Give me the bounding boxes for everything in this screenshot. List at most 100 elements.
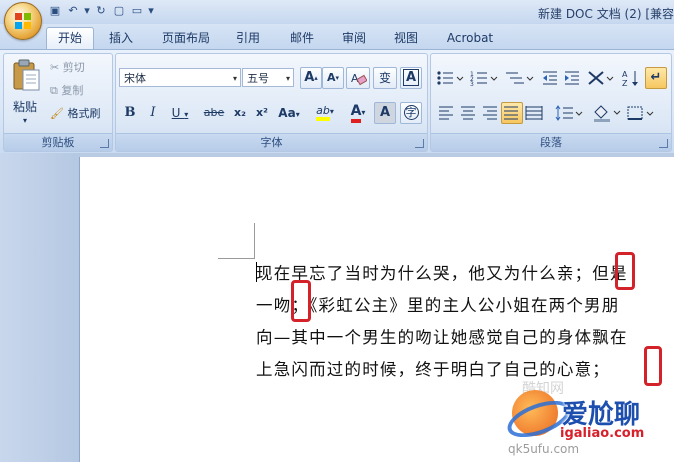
svg-text:A: A — [622, 70, 628, 79]
redo-icon[interactable]: ↻ — [94, 4, 108, 18]
multilevel-list-icon — [506, 72, 534, 84]
character-border-button[interactable]: A — [400, 67, 422, 89]
enclose-icon: 字 — [403, 105, 419, 120]
tab-view[interactable]: 视图 — [384, 28, 428, 48]
bold-button[interactable]: B — [120, 102, 140, 124]
semicolon-highlight — [615, 252, 635, 290]
decrease-indent-button[interactable] — [539, 67, 561, 89]
shrink-font-button[interactable]: A▾ — [322, 67, 344, 89]
pilcrow-icon: ↵ — [650, 70, 662, 85]
justify-icon — [504, 106, 518, 120]
border-icon: A — [402, 69, 420, 86]
font-color-button[interactable]: A▾ — [342, 100, 374, 123]
tab-acrobat[interactable]: Acrobat — [440, 28, 500, 48]
phonetic-guide-button[interactable]: 变 — [373, 67, 397, 89]
copy-button[interactable]: ⧉ 复制 — [50, 82, 83, 98]
numbering-button[interactable]: 123 — [469, 67, 499, 89]
bullets-button[interactable] — [435, 67, 465, 89]
multilevel-list-button[interactable] — [503, 67, 535, 89]
chevron-down-icon: ▾ — [329, 107, 334, 116]
italic-button[interactable]: I — [143, 102, 163, 124]
enclose-characters-button[interactable]: 字 — [400, 102, 422, 124]
tab-insert[interactable]: 插入 — [100, 28, 142, 48]
grow-font-button[interactable]: A▴ — [300, 67, 322, 89]
dialog-launcher-icon[interactable] — [415, 139, 424, 148]
highlighter-icon: ab — [316, 104, 330, 121]
line-spacing-icon — [555, 105, 583, 121]
dialog-launcher-icon[interactable] — [659, 139, 668, 148]
format-painter-button[interactable]: 🖌 格式刷 — [50, 105, 100, 121]
shading-icon: A — [379, 105, 391, 120]
ribbon: 粘贴 ▾ ✂ 剪切 ⧉ 复制 🖌 格式刷 剪贴板 宋体 ▾ 五号 ▾ A▴ A▾ — [0, 49, 674, 154]
chinese-layout-button[interactable] — [585, 67, 617, 89]
new-document-icon[interactable]: ▢ — [112, 4, 126, 18]
align-left-button[interactable] — [435, 102, 457, 124]
align-right-button[interactable] — [479, 102, 501, 124]
increase-indent-button[interactable] — [561, 67, 583, 89]
cut-button[interactable]: ✂ 剪切 — [50, 59, 85, 75]
tab-mailings[interactable]: 邮件 — [280, 28, 324, 48]
borders-button[interactable] — [625, 102, 657, 124]
highlight-button[interactable]: ab▾ — [308, 100, 342, 122]
italic-icon: I — [150, 105, 156, 120]
increase-indent-icon — [565, 71, 579, 85]
title-bar: ▣ ↶ ▾ ↻ ▢ ▭ ▾ 新建 DOC 文档 (2) [兼容 — [0, 0, 674, 25]
tab-references[interactable]: 引用 — [226, 28, 270, 48]
margin-corner-mark — [218, 258, 255, 259]
dropdown-icon[interactable]: ▾ — [84, 4, 90, 18]
up-arrow-icon: ▴ — [314, 74, 318, 82]
shrink-font-icon: A — [326, 71, 336, 84]
change-case-button[interactable]: Aa▾ — [274, 102, 304, 124]
distribute-button[interactable] — [523, 102, 545, 124]
cut-label: 剪切 — [62, 61, 85, 74]
semicolon-highlight — [291, 280, 311, 322]
svg-text:3: 3 — [470, 81, 474, 86]
strikethrough-button[interactable]: abe — [200, 102, 228, 124]
font-size-combo[interactable]: 五号 ▾ — [242, 68, 294, 87]
save-icon[interactable]: ▣ — [48, 4, 62, 18]
sort-icon: AZ — [622, 70, 638, 87]
format-painter-label: 格式刷 — [67, 107, 101, 120]
tab-home[interactable]: 开始 — [46, 27, 94, 50]
document-line-3[interactable]: 向—其中一个男生的吻让她感觉自己的身体飘在 — [256, 324, 628, 348]
change-case-icon: Aa — [278, 106, 296, 120]
margin-corner-mark — [254, 223, 255, 259]
open-icon[interactable]: ▭ — [130, 4, 144, 18]
character-shading-button[interactable]: A — [374, 102, 396, 124]
office-button[interactable] — [4, 2, 42, 40]
watermark-url: igaliao.com — [560, 426, 645, 441]
decrease-indent-icon — [543, 71, 557, 85]
line-spacing-button[interactable] — [553, 102, 585, 124]
tab-review[interactable]: 审阅 — [332, 28, 376, 48]
copy-icon: ⧉ — [50, 84, 58, 97]
justify-button[interactable] — [501, 102, 523, 124]
font-name-combo[interactable]: 宋体 ▾ — [119, 68, 241, 87]
font-name-value: 宋体 — [124, 72, 146, 85]
customize-qat-icon[interactable]: ▾ — [148, 4, 154, 18]
eraser-icon: A — [351, 72, 367, 86]
tab-page-layout[interactable]: 页面布局 — [152, 28, 220, 48]
shading-button[interactable] — [591, 102, 623, 124]
dialog-launcher-icon[interactable] — [100, 139, 109, 148]
svg-text:Z: Z — [622, 79, 628, 87]
chevron-down-icon: ▾ — [285, 74, 290, 83]
underline-button[interactable]: U ▾ — [166, 102, 194, 124]
document-line-4[interactable]: 上急闪而过的时候，终于明白了自己的心意； — [256, 356, 610, 380]
left-margin-area — [0, 153, 80, 462]
align-center-icon — [461, 106, 475, 120]
clear-formatting-button[interactable]: A — [346, 67, 370, 89]
clipboard-group: 粘贴 ▾ ✂ 剪切 ⧉ 复制 🖌 格式刷 剪贴板 — [3, 53, 113, 152]
paste-button[interactable]: 粘贴 ▾ — [6, 56, 48, 128]
sort-button[interactable]: AZ — [619, 67, 643, 89]
strikethrough-icon: abe — [203, 106, 225, 119]
ribbon-tabs: 开始 插入 页面布局 引用 邮件 审阅 视图 Acrobat — [0, 24, 674, 50]
scissors-icon: ✂ — [50, 61, 60, 74]
undo-icon[interactable]: ↶ — [66, 4, 80, 18]
subscript-button[interactable]: x₂ — [228, 102, 252, 124]
superscript-button[interactable]: x² — [250, 102, 274, 124]
show-hide-marks-button[interactable]: ↵ — [645, 67, 667, 89]
chevron-down-icon: ▾ — [361, 108, 366, 117]
align-center-button[interactable] — [457, 102, 479, 124]
document-line-1[interactable]: 现在早忘了当时为什么哭，他又为什么亲；但是 — [256, 260, 628, 284]
font-color-icon: A — [350, 103, 362, 123]
